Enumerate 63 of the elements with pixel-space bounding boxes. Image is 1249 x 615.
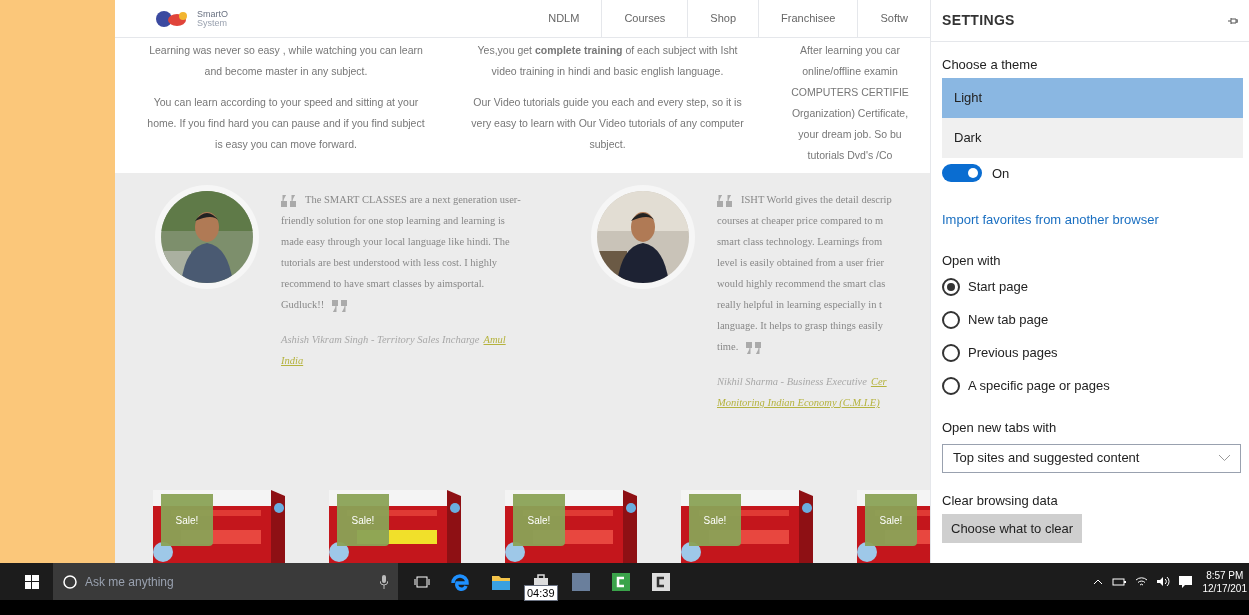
paragraph: After learning you car online/offline examin COMPUTERS CERTIFIE Organization) Certificate, your dream job. So bu tutorials Dvd's /Co: [791, 43, 909, 163]
notification-icon[interactable]: [1178, 575, 1192, 588]
author-text: Ashish Vikram Singh - Territory Sales Incharge: [281, 333, 480, 347]
panel-title: SETTINGS: [942, 11, 1015, 30]
nav-link[interactable]: Franchisee: [758, 0, 858, 37]
close-quote-icon: [746, 341, 763, 354]
radio-label: Previous pages: [968, 343, 1058, 362]
paragraph: Learning was never so easy , while watching you can learn and become master in any subject.: [149, 43, 423, 79]
task-view-icon[interactable]: [414, 575, 430, 588]
sale-badge: Sale!: [161, 494, 213, 546]
quote-text: ISHT World gives the detail descrip courses at cheaper price compared to m smart class technology. Learnings from level is easily obtained from a user frier would highly recommend the smart clas really helpful in learning especially in t language. It helps to grasp things easily time.: [717, 193, 892, 356]
sale-badge: Sale!: [337, 494, 389, 546]
start-icon[interactable]: [25, 574, 39, 589]
open-quote-icon: [717, 194, 733, 207]
quote-text: The SMART CLASSES are a next generation user- friendly solution for one stop learning and learning is made easy through your local language like hindi. The tutorials are best understood with less cost. I highly recommend to have smart classes by aimsportal. Gudluck!!: [281, 193, 521, 314]
section-label: Choose a theme: [942, 56, 1039, 74]
close-quote-icon: [332, 299, 349, 312]
radio-button[interactable]: [942, 277, 960, 296]
dropdown[interactable]: Top sites and suggested content: [942, 443, 1241, 473]
toggle-switch[interactable]: [942, 164, 982, 183]
radio-button[interactable]: [942, 310, 960, 329]
open-quote-icon: [281, 194, 297, 207]
sale-badge: Sale!: [865, 494, 917, 546]
paragraph: You can learn according to your speed and sitting at your home. If you find hard you can pause and if you find subject is easy you can move forward.: [147, 95, 425, 152]
volume-icon[interactable]: [1156, 576, 1170, 587]
caret-icon[interactable]: [1092, 578, 1103, 585]
radio-button[interactable]: [942, 343, 960, 362]
microphone-icon[interactable]: [380, 574, 388, 589]
section-label: Open with: [942, 251, 1002, 270]
folder-icon[interactable]: [492, 573, 510, 590]
radio-label: Start page: [968, 277, 1028, 296]
placeholder-text: Ask me anything: [85, 573, 174, 591]
time-tooltip: 04:39: [524, 585, 558, 601]
search-field[interactable]: Ask me anything: [53, 563, 398, 600]
edge-icon[interactable]: [450, 571, 470, 592]
sale-badge: Sale!: [513, 494, 565, 546]
radio-label: A specific page or pages: [968, 376, 1110, 395]
app-icon[interactable]: [572, 572, 590, 591]
pin-icon[interactable]: [1228, 16, 1238, 25]
radio-button[interactable]: [942, 376, 960, 395]
nav-link[interactable]: Courses: [601, 0, 688, 37]
clock[interactable]: 8:57 PM 12/17/201: [1200, 568, 1247, 595]
clear-button[interactable]: Choose what to clear: [942, 514, 1083, 543]
author-text: Nikhil Sharma - Business Executive: [717, 375, 867, 389]
sale-badge: Sale!: [689, 494, 741, 546]
section-label: Clear browsing data: [942, 491, 1059, 510]
paragraph: Our Video tutorials guide you each and every step, so it is very easy to learn with Our Video tutorials of any computer subject.: [471, 95, 744, 152]
paragraph: Yes,you get complete training of each subject with Isht video training in hindi and basic english language.: [477, 43, 738, 79]
search-icon: [63, 574, 77, 589]
battery-icon[interactable]: [1111, 576, 1126, 587]
theme-option[interactable]: Light: [942, 77, 1243, 118]
theme-option[interactable]: Dark: [942, 117, 1243, 158]
logo-text: SmartO: [197, 9, 228, 19]
section-label: Open new tabs with: [942, 419, 1058, 437]
radio-label: New tab page: [968, 310, 1049, 329]
nav-link[interactable]: Shop: [687, 0, 759, 37]
nav-link[interactable]: NDLM: [526, 0, 602, 37]
logo-subtitle: System: [197, 18, 228, 28]
chevron-icon: [1219, 455, 1230, 461]
toggle-label: On: [992, 164, 1010, 183]
logo-icon: [155, 9, 189, 28]
import-link[interactable]: Import favorites from another browser: [942, 210, 1238, 230]
wifi-icon[interactable]: [1134, 576, 1148, 587]
